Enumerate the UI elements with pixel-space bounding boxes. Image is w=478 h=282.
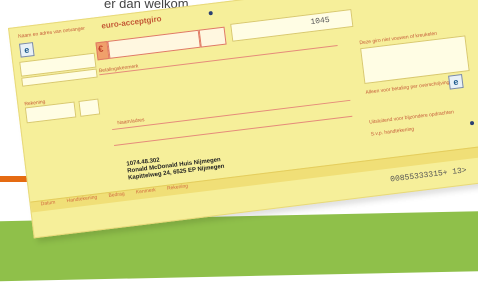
strip-item: Rekening [166,183,189,192]
account-field-small[interactable] [78,98,101,117]
scan-line: 00855333315+ 13> [389,166,468,185]
euro-sign-icon: € [97,43,104,55]
strip-item: Handtekening [66,194,98,205]
acceptgiro-slip: Naam en adres van ontvanger e euro-accep… [8,0,478,239]
right-label-3: Uitsluitend voor bijzondere opdrachten [368,109,455,126]
amount-euro-boxes[interactable] [107,29,201,59]
right-label-4: S.v.p. handtekening [370,126,415,138]
strip-item: Kenmerk [135,187,157,196]
reference-field[interactable] [230,9,354,42]
strip-item: Bedrag [108,191,125,199]
strip-item: Datum [40,199,56,208]
rule-line [112,99,351,131]
rule-line [114,115,353,146]
bank-logo-icon: e [19,42,35,58]
marker-dot-icon-right [469,120,475,126]
marker-dot-icon [208,10,213,16]
amount-cent-boxes[interactable] [198,26,227,48]
bank-logo-right-icon: e [448,74,464,90]
form-title: euro-acceptgiro [100,14,163,31]
payee-heading-label: Naam en adres van ontvanger [17,25,86,40]
